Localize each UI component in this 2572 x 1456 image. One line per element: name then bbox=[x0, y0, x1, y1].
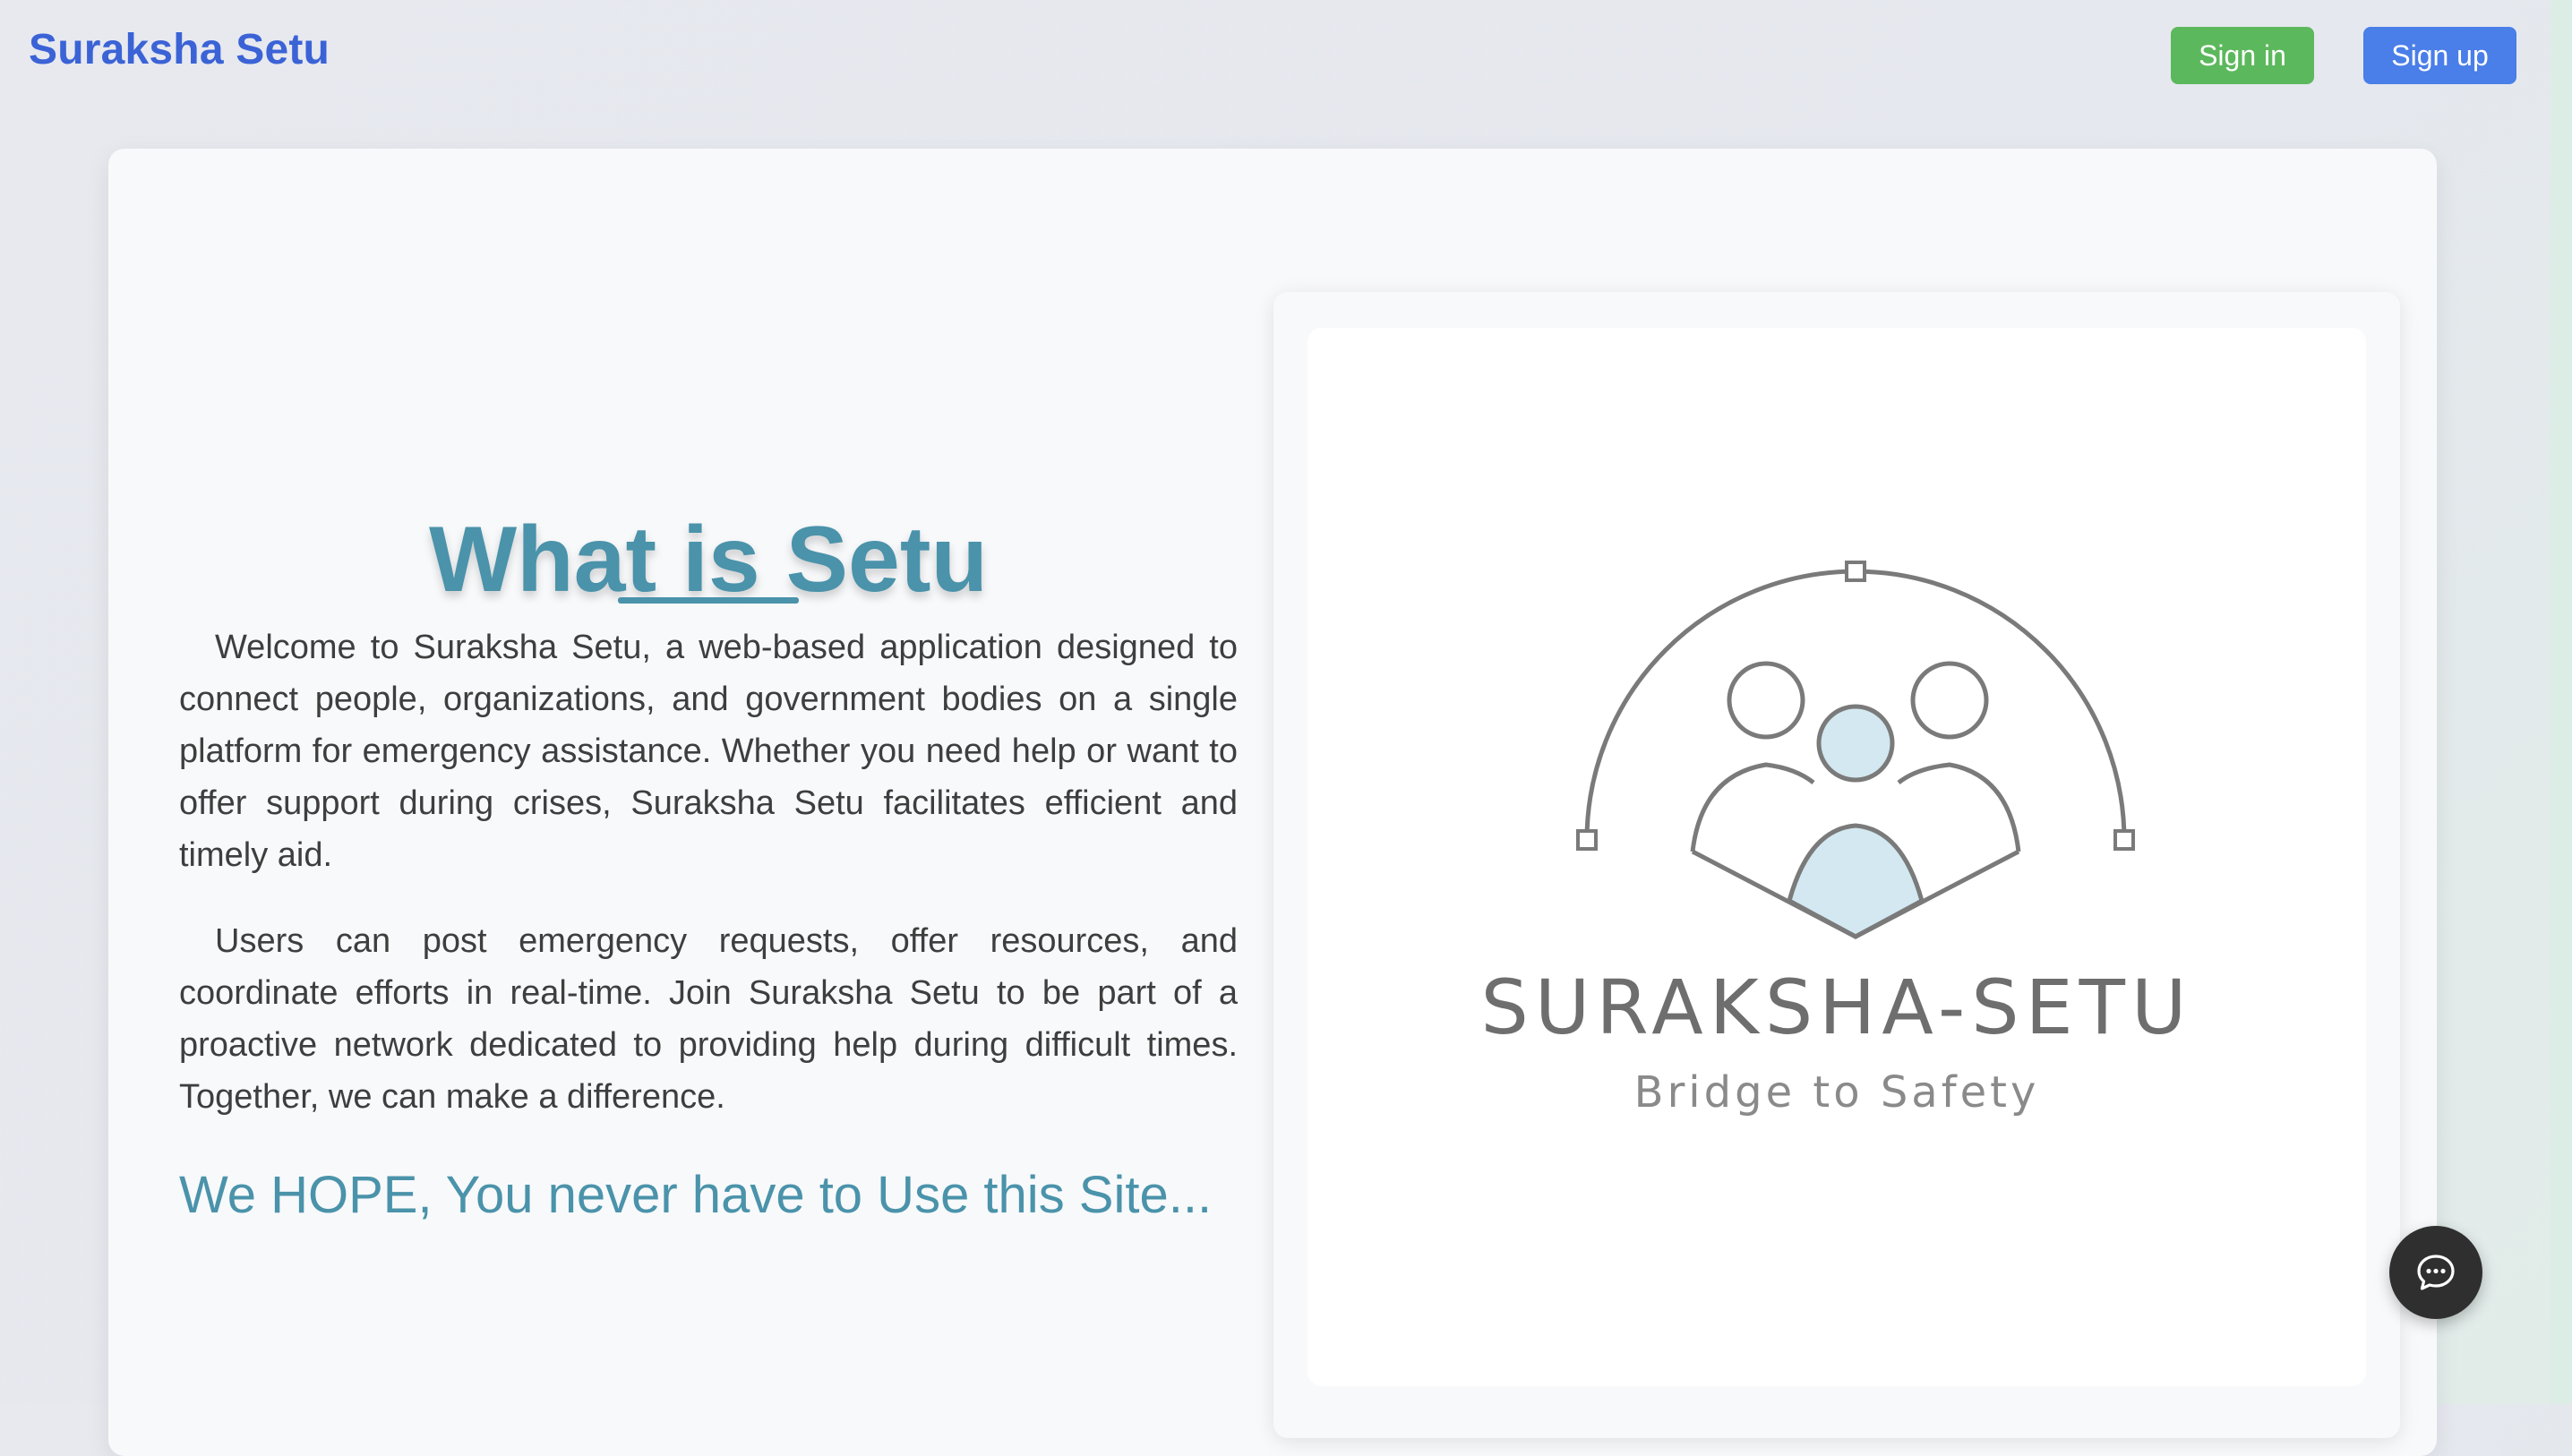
logo-tagline: Bridge to Safety bbox=[1633, 1067, 2040, 1118]
hope-message: We HOPE, You never have to Use this Site… bbox=[179, 1166, 1213, 1224]
heading-divider bbox=[618, 597, 799, 604]
chat-button[interactable] bbox=[2389, 1226, 2482, 1319]
logo-title: SURAKSHA-SETU bbox=[1480, 964, 2193, 1051]
chat-bubble-icon bbox=[2417, 1255, 2455, 1290]
about-paragraph-features: Users can post emergency requests, offer… bbox=[179, 922, 1238, 1116]
logo-image-card: SURAKSHA-SETU Bridge to Safety bbox=[1273, 292, 2400, 1438]
logo-image: SURAKSHA-SETU Bridge to Safety bbox=[1307, 328, 2366, 1386]
signup-button[interactable]: Sign up bbox=[2363, 27, 2516, 84]
community-shield-logo-icon bbox=[1576, 561, 2135, 939]
top-navbar: Suraksha Setu Sign in Sign up bbox=[0, 0, 2551, 111]
signin-button[interactable]: Sign in bbox=[2171, 27, 2314, 84]
brand-logo-text[interactable]: Suraksha Setu bbox=[29, 25, 330, 74]
page-right-edge bbox=[2551, 0, 2572, 1404]
about-paragraph-intro: Welcome to Suraksha Setu, a web-based ap… bbox=[179, 629, 1238, 874]
